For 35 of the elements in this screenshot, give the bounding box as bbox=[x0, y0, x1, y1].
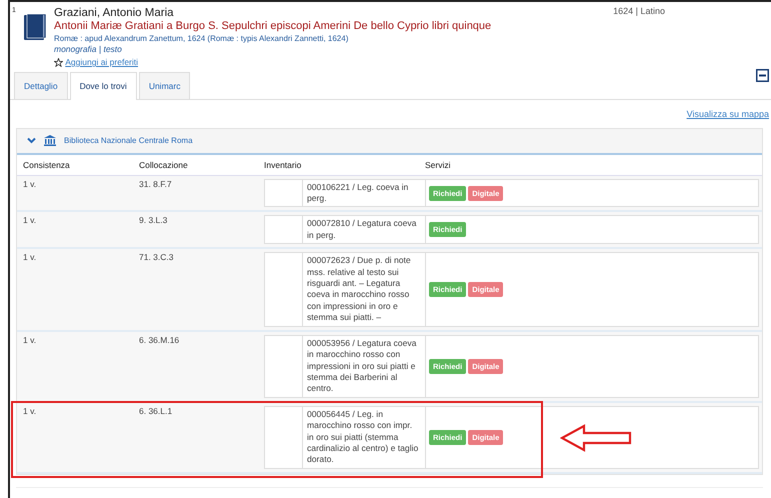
table-cell: 000072623 / Due p. di note mss. relative al testo sui risguardi ant. – Legatura coeva in marocchino rosso con impressioni in oro e stemma sui piatti. – bbox=[303, 253, 426, 326]
table-cell-text: 6. 36.M.16 bbox=[139, 334, 180, 347]
table-cell-text: 1 v. bbox=[22, 215, 38, 228]
table-cell-text: 1 v. bbox=[22, 252, 38, 264]
collapse-icon[interactable] bbox=[756, 69, 769, 82]
add-favorites-link[interactable]: Aggiungi ai preferiti bbox=[65, 57, 138, 68]
year-language: 1624 | Latino bbox=[613, 6, 665, 18]
record-title-link[interactable]: Antonii Mariæ Gratiani a Burgo S. Sepulchri episcopi Amerini De bello Cyprio libri quinque bbox=[54, 20, 492, 34]
tab[interactable]: Dettaglio bbox=[14, 72, 68, 100]
tab[interactable]: Dove lo trovi bbox=[70, 72, 137, 100]
format-info: monografia | testo bbox=[54, 44, 123, 55]
column-header: Consistenza bbox=[22, 158, 71, 172]
table-cell-text: 1 v. bbox=[22, 178, 38, 191]
tab[interactable]: Unimarc bbox=[138, 72, 190, 100]
column-header: Servizi bbox=[425, 158, 451, 172]
table-cell: 000072810 / Legatura coeva in perg. bbox=[303, 216, 426, 244]
map-link[interactable]: Visualizza su mappa bbox=[10, 108, 769, 122]
column-header: Inventario bbox=[264, 158, 302, 172]
author-name: Graziani, Antonio Maria bbox=[54, 6, 175, 20]
column-header: Collocazione bbox=[139, 158, 189, 172]
library-name[interactable]: Biblioteca Nazionale Centrale Roma bbox=[64, 134, 193, 147]
library-icon bbox=[44, 135, 56, 146]
star-icon bbox=[54, 58, 63, 67]
table-cell-text: 71. 3.C.3 bbox=[139, 252, 174, 264]
book-icon bbox=[24, 14, 46, 40]
table-cell: 000053956 / Legatura coeva in marocchino rosso con impressioni in oro sui piatti e stemma dei Barberini al centro. bbox=[303, 336, 426, 397]
table-cell-text: 1 v. bbox=[22, 406, 38, 418]
table-cell-text: 1 v. bbox=[22, 334, 38, 347]
table-cell: 000106221 / Leg. coeva in perg. bbox=[303, 180, 426, 206]
table-cell: 000056445 / Leg. in marocchino rosso con impr. in oro sui piatti (stemma cardinalizio al centro) e taglio dorato. bbox=[303, 406, 426, 468]
table-cell-text: 6. 36.L.1 bbox=[139, 406, 174, 418]
table-cell-text: 9. 3.L.3 bbox=[139, 215, 168, 228]
table-cell-text: 31. 8.F.7 bbox=[139, 178, 173, 191]
chevron-down-icon[interactable] bbox=[27, 137, 36, 144]
publication-info: Romæ : apud Alexandrum Zanettum, 1624 (Romæ : typis Alexandri Zannetti, 1624) bbox=[54, 34, 350, 44]
